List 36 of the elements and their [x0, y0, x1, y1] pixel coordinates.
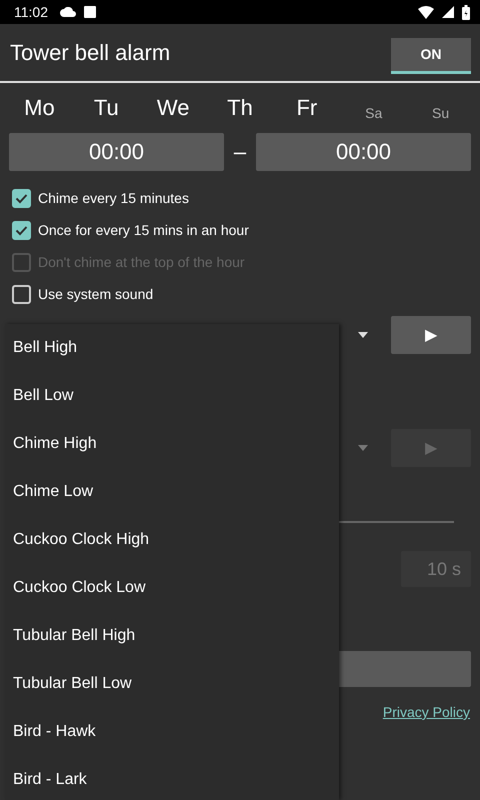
day-toggle[interactable]: Mo	[6, 83, 73, 133]
alarm-toggle[interactable]: ON	[391, 38, 471, 74]
day-toggle[interactable]: Fr	[273, 83, 340, 133]
square-icon	[84, 6, 96, 18]
status-time: 11:02	[14, 4, 48, 20]
checkbox[interactable]	[12, 220, 31, 240]
menu-item[interactable]: Chime Low	[5, 468, 339, 516]
wifi-icon	[418, 6, 434, 18]
day-toggle[interactable]: Th	[206, 83, 274, 133]
menu-item[interactable]: Cuckoo Clock High	[5, 516, 339, 564]
menu-item[interactable]: Cuckoo Clock Low	[5, 564, 339, 612]
signal-icon	[442, 6, 454, 18]
start-time-button[interactable]: 00:00	[9, 133, 224, 171]
day-toggle[interactable]: We	[140, 83, 207, 133]
play-button[interactable]: ▶	[391, 316, 471, 354]
day-toggle[interactable]: Tu	[72, 83, 140, 133]
day-toggle[interactable]: Su	[407, 83, 474, 133]
time-separator: –	[232, 139, 248, 165]
app-title: Tower bell alarm	[10, 40, 170, 66]
option-label: Use system sound	[38, 286, 154, 302]
menu-item[interactable]: Tubular Bell High	[5, 612, 339, 660]
menu-item[interactable]: Bell Low	[5, 372, 339, 420]
battery-icon	[462, 4, 470, 20]
dropdown-caret-icon[interactable]	[358, 332, 368, 338]
privacy-policy-link[interactable]: Privacy Policy	[382, 704, 470, 720]
menu-item[interactable]: Chime High	[5, 420, 339, 468]
menu-item[interactable]: Bird - Lark	[5, 756, 339, 800]
cloud-icon	[60, 7, 76, 17]
end-time-button[interactable]: 00:00	[256, 133, 471, 171]
menu-item[interactable]: Bird - Hawk	[5, 708, 339, 756]
option-label: Chime every 15 minutes	[38, 190, 189, 206]
menu-item[interactable]: Tubular Bell Low	[5, 660, 339, 708]
menu-item[interactable]: Bell High	[5, 324, 339, 372]
option-label: Once for every 15 mins in an hour	[38, 222, 249, 238]
checkbox[interactable]	[12, 188, 31, 208]
day-toggle[interactable]: Sa	[340, 83, 408, 133]
